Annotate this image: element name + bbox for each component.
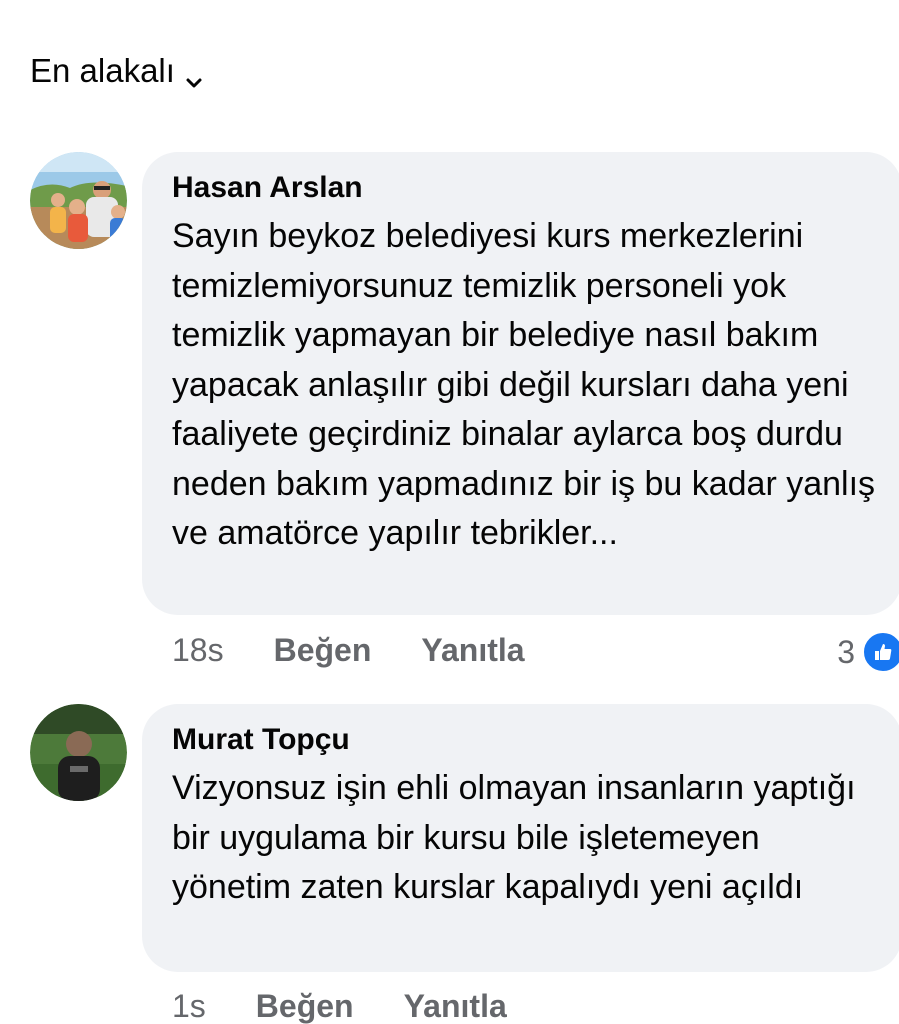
like-reaction-icon <box>861 630 899 674</box>
comment-timestamp[interactable]: 1s <box>172 988 206 1024</box>
comment-timestamp[interactable]: 18s <box>172 632 224 669</box>
comment-actions: 18s Beğen Yanıtla <box>172 632 525 669</box>
comment-author[interactable]: Murat Topçu <box>172 722 878 758</box>
reply-button[interactable]: Yanıtla <box>421 632 524 669</box>
like-button[interactable]: Beğen <box>274 632 372 669</box>
avatar[interactable] <box>30 152 127 249</box>
reply-button[interactable]: Yanıtla <box>404 988 507 1024</box>
comment-text: Sayın beykoz belediyesi kurs merkezlerin… <box>172 217 876 552</box>
reaction-count: 3 <box>837 633 855 670</box>
comment-bubble: Murat Topçu Vizyonsuz işin ehli olmayan … <box>142 704 899 972</box>
chevron-down-icon <box>185 62 203 88</box>
comment-author[interactable]: Hasan Arslan <box>172 170 878 206</box>
comments-page: En alakalı Hasan Arslan Sayın beykoz bel… <box>0 0 899 1024</box>
sort-label: En alakalı <box>30 52 175 89</box>
avatar[interactable] <box>30 704 127 801</box>
like-button[interactable]: Beğen <box>256 988 354 1024</box>
reaction-summary[interactable]: 3 <box>837 630 899 674</box>
comment-text: Vizyonsuz işin ehli olmayan insanların y… <box>172 769 856 906</box>
comment-actions: 1s Beğen Yanıtla <box>172 988 507 1024</box>
comment-bubble: Hasan Arslan Sayın beykoz belediyesi kur… <box>142 152 899 615</box>
sort-dropdown[interactable]: En alakalı <box>30 52 203 90</box>
